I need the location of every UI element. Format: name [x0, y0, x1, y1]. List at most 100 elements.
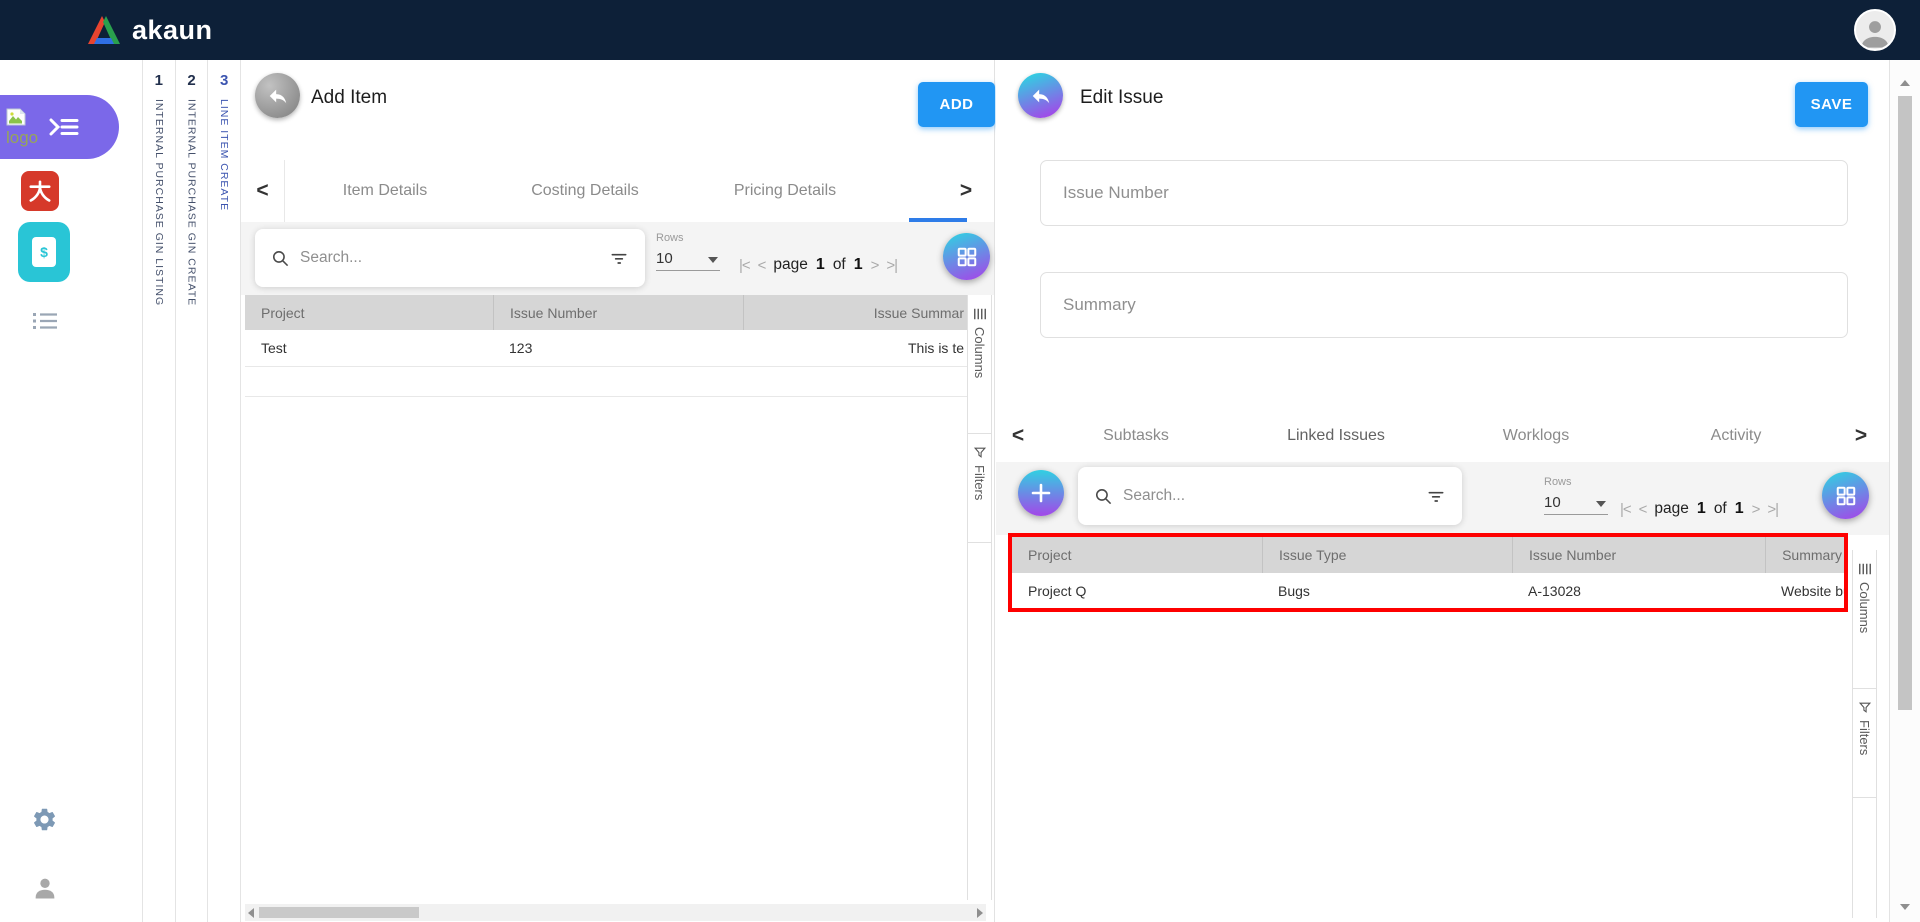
col-issue-type[interactable]: Issue Type — [1262, 537, 1512, 573]
tabs-scroll-left[interactable]: < — [241, 160, 285, 222]
table-header: Project Issue Type Issue Number Summary — [1012, 537, 1844, 573]
prev-page-button[interactable]: < — [1639, 501, 1647, 518]
tabs-scroll-left[interactable]: < — [996, 405, 1040, 467]
empty-table-row — [245, 367, 967, 397]
workspace-tab-label: INTERNAL PURCHASE GIN LISTING — [153, 99, 165, 306]
filter-list-icon[interactable] — [1426, 486, 1446, 506]
tabs-scroll-right[interactable]: > — [1839, 405, 1883, 467]
cell-issue-number: A-13028 — [1512, 583, 1765, 599]
list-menu-icon[interactable] — [32, 310, 58, 337]
col-issue-summary[interactable]: Issue Summar — [743, 295, 967, 330]
tab-worklogs[interactable]: Worklogs — [1436, 405, 1636, 467]
total-pages: 1 — [854, 256, 863, 274]
add-button[interactable]: ADD — [918, 82, 995, 127]
back-button[interactable] — [255, 73, 300, 118]
table-side-rail: Columns Filters — [967, 295, 992, 900]
issues-table: Project Issue Number Issue Summar Test 1… — [245, 295, 967, 397]
issue-number-input[interactable] — [1041, 161, 1847, 225]
workspace-tab-label: INTERNAL PURCHASE GIN CREATE — [186, 99, 198, 306]
grid-icon — [1835, 485, 1857, 507]
tab-pricing-details[interactable]: Pricing Details — [685, 160, 885, 222]
first-page-button[interactable]: |< — [1620, 501, 1631, 518]
grid-view-button[interactable] — [1822, 472, 1869, 519]
rows-select[interactable]: 10 — [656, 250, 720, 271]
tab-activity[interactable]: Activity — [1636, 405, 1836, 467]
next-page-button[interactable]: > — [871, 257, 879, 274]
page-title: Edit Issue — [1080, 87, 1163, 109]
current-page: 1 — [1697, 500, 1706, 518]
scroll-right-arrow[interactable] — [977, 908, 983, 918]
caret-down-icon — [708, 257, 718, 263]
last-page-button[interactable]: >| — [886, 257, 897, 274]
table-row[interactable]: Project Q Bugs A-13028 Website bu — [1012, 573, 1844, 608]
last-page-button[interactable]: >| — [1767, 501, 1778, 518]
akaun-triangle-icon — [86, 14, 122, 46]
rows-per-page: Rows 10 — [1544, 476, 1608, 515]
tabs-scroll-right[interactable]: > — [944, 160, 988, 222]
search-icon — [1094, 487, 1113, 506]
search-box — [255, 229, 645, 287]
sidebar-logo-pill[interactable]: logo — [0, 95, 119, 159]
col-project[interactable]: Project — [245, 295, 493, 330]
vertical-scrollbar[interactable] — [1889, 60, 1920, 922]
dollar-document-icon: $ — [32, 237, 56, 267]
app-tile-billing[interactable]: $ — [18, 222, 70, 282]
workspace-tab-internal-purchase-gin-create[interactable]: 2 INTERNAL PURCHASE GIN CREATE — [175, 60, 208, 922]
sidebar-expand-icon[interactable] — [47, 116, 81, 138]
columns-toggle[interactable]: Columns — [968, 295, 991, 433]
scrollbar-thumb[interactable] — [1898, 96, 1912, 710]
dai-character-icon — [27, 178, 53, 204]
col-issue-number[interactable]: Issue Number — [1512, 537, 1765, 573]
page-word: page — [1654, 500, 1688, 518]
scroll-up-arrow[interactable] — [1900, 80, 1910, 86]
rows-label: Rows — [1544, 476, 1608, 488]
workspace-tab-line-item-create[interactable]: 3 LINE ITEM CREATE — [207, 60, 241, 922]
col-summary[interactable]: Summary — [1765, 537, 1844, 573]
next-page-button[interactable]: > — [1752, 501, 1760, 518]
tabs-row: Item Details Costing Details Pricing Det… — [285, 160, 967, 222]
sidebar: logo $ — [0, 60, 142, 922]
search-input[interactable] — [300, 249, 609, 267]
workspace-tab-internal-purchase-gin-listing[interactable]: 1 INTERNAL PURCHASE GIN LISTING — [142, 60, 175, 922]
user-avatar[interactable] — [1854, 9, 1896, 51]
back-button[interactable] — [1018, 73, 1063, 118]
filters-label: Filters — [1857, 720, 1872, 755]
rows-select[interactable]: 10 — [1544, 494, 1608, 515]
filters-toggle[interactable]: Filters — [1853, 688, 1876, 798]
grid-view-button[interactable] — [943, 233, 990, 280]
filters-label: Filters — [972, 465, 987, 500]
filters-toggle[interactable]: Filters — [968, 433, 991, 543]
current-page: 1 — [816, 256, 825, 274]
search-box — [1078, 467, 1462, 525]
tab-costing-details[interactable]: Costing Details — [485, 160, 685, 222]
funnel-icon — [1858, 701, 1872, 714]
summary-input[interactable] — [1041, 273, 1847, 337]
scrollbar-thumb[interactable] — [259, 907, 419, 918]
save-button[interactable]: SAVE — [1795, 82, 1868, 127]
cell-issue-summary: This is te — [743, 340, 967, 356]
add-linked-issue-button[interactable] — [1018, 470, 1064, 516]
horizontal-scrollbar[interactable] — [245, 904, 986, 921]
prev-page-button[interactable]: < — [758, 257, 766, 274]
tab-linked-issues[interactable]: Linked Issues — [1236, 405, 1436, 467]
app-tile-red[interactable] — [21, 171, 59, 211]
brand-name: akaun — [132, 15, 213, 46]
col-issue-number[interactable]: Issue Number — [493, 295, 743, 330]
rows-per-page: Rows 10 — [656, 232, 720, 271]
first-page-button[interactable]: |< — [739, 257, 750, 274]
tab-subtasks[interactable]: Subtasks — [1036, 405, 1236, 467]
search-input[interactable] — [1123, 487, 1426, 505]
tab-item-details[interactable]: Item Details — [285, 160, 485, 222]
table-row[interactable]: Test 123 This is te — [245, 330, 967, 367]
profile-person-icon[interactable] — [31, 874, 59, 907]
workspace-tab-number: 1 — [155, 72, 163, 89]
add-item-tabbar: < Item Details Costing Details Pricing D… — [241, 160, 994, 222]
scroll-down-arrow[interactable] — [1900, 904, 1910, 910]
columns-toggle[interactable]: Columns — [1853, 550, 1876, 688]
col-project[interactable]: Project — [1012, 537, 1262, 573]
settings-gear-icon[interactable] — [31, 806, 58, 838]
topbar: akaun — [0, 0, 1920, 60]
filter-list-icon[interactable] — [609, 248, 629, 268]
scroll-left-arrow[interactable] — [248, 908, 254, 918]
total-pages: 1 — [1735, 500, 1744, 518]
